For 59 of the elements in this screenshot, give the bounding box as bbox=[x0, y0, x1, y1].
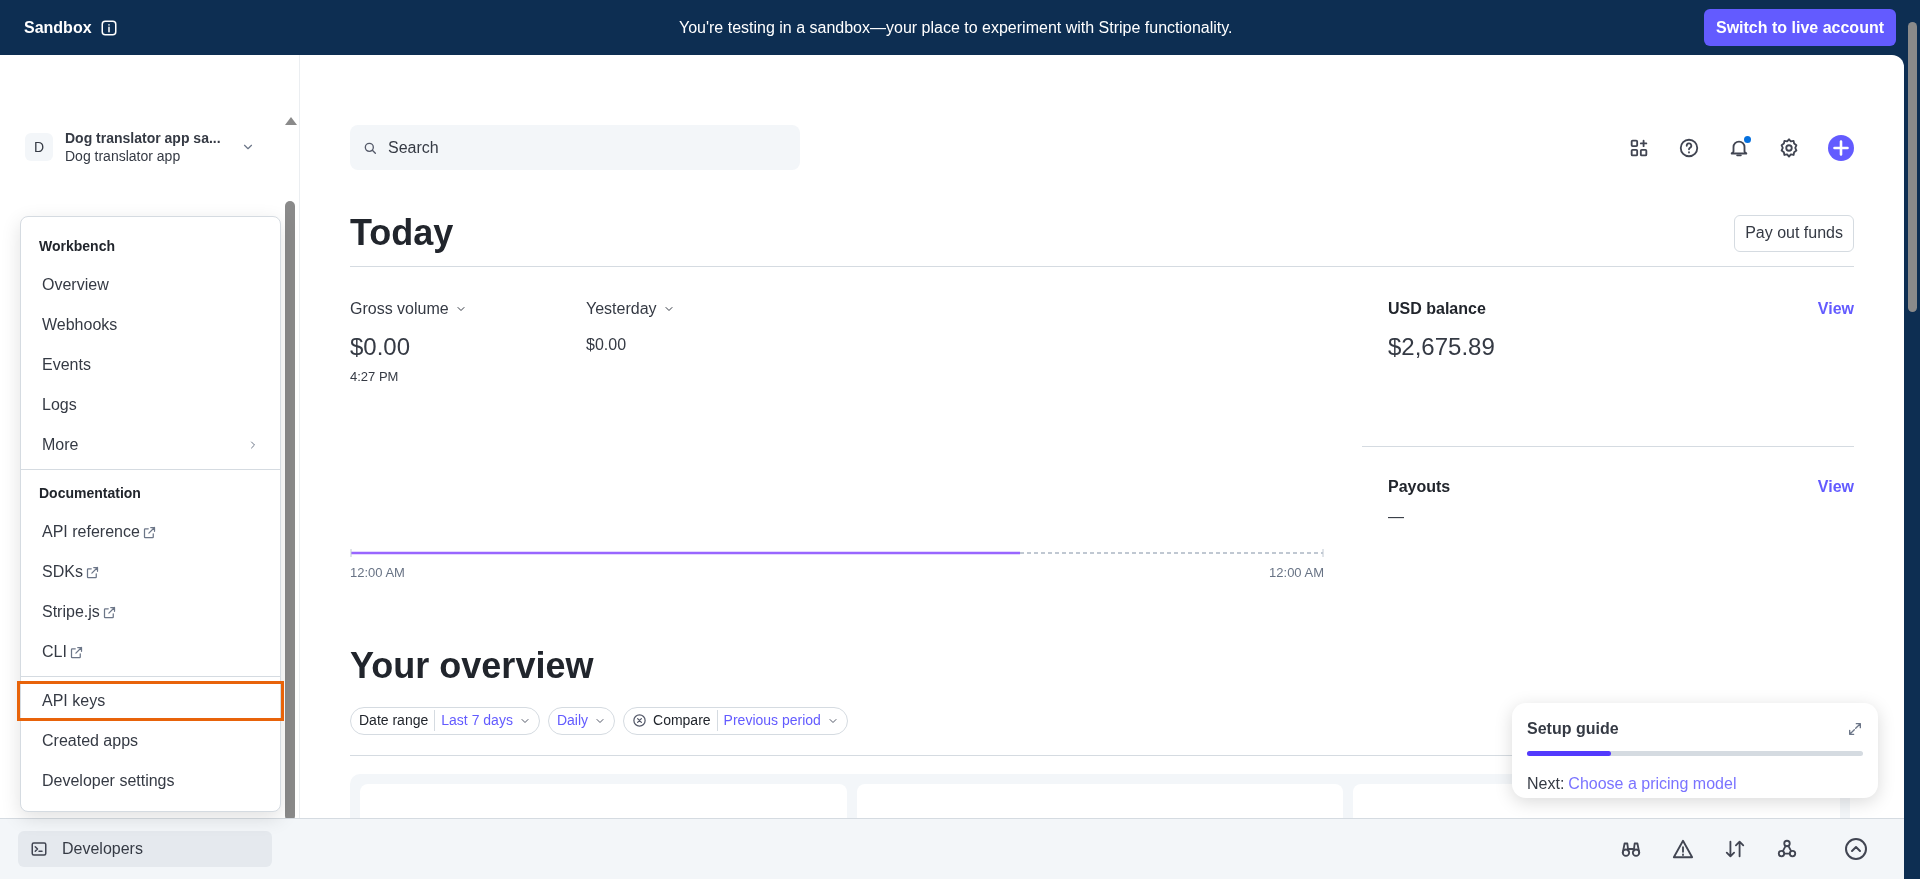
section-title: Payouts bbox=[1388, 477, 1451, 497]
menu-item[interactable]: CLI bbox=[17, 632, 284, 672]
external-link-icon bbox=[101, 604, 117, 620]
menu-item[interactable]: More bbox=[17, 425, 284, 465]
account-name: Dog translator app sa... bbox=[65, 129, 221, 147]
sandbox-label: Sandbox bbox=[24, 17, 92, 38]
search-field[interactable]: Search bbox=[350, 125, 800, 170]
account-subtitle: Dog translator app bbox=[65, 147, 182, 165]
live-account-button[interactable]: Switch to live account bbox=[1703, 9, 1896, 46]
scrollbar[interactable] bbox=[1908, 22, 1917, 312]
terminal-icon bbox=[30, 840, 48, 858]
pay-out-button[interactable]: Pay out funds bbox=[1734, 214, 1854, 252]
menu-item[interactable]: API reference bbox=[17, 512, 284, 552]
menu-item[interactable]: Created apps bbox=[17, 721, 284, 761]
search-icon bbox=[362, 140, 378, 156]
scrollbar[interactable] bbox=[285, 201, 295, 821]
external-link-icon bbox=[141, 524, 157, 540]
metric-time: 4:27 PM bbox=[350, 368, 400, 386]
menu-item[interactable]: Overview bbox=[17, 265, 284, 305]
page-heading: Today bbox=[350, 211, 454, 255]
section-heading: Your overview bbox=[350, 643, 595, 688]
banner-message: You're testing in a sandbox—your place to experiment with Stripe functionality. bbox=[677, 17, 1234, 38]
metric-dropdown[interactable]: Gross volume bbox=[350, 297, 506, 321]
menu-item[interactable]: Logs bbox=[17, 385, 284, 425]
menu-item[interactable]: Events bbox=[17, 345, 284, 385]
metric-value: $0.00 bbox=[350, 332, 412, 362]
collapse-icon bbox=[1844, 837, 1868, 861]
webhook-icon bbox=[1776, 838, 1798, 860]
metric-dropdown[interactable]: Yesterday bbox=[586, 297, 742, 321]
menu-item[interactable]: Stripe.js bbox=[17, 592, 284, 632]
section-value: — bbox=[1388, 507, 1405, 527]
next-label: Next: bbox=[1527, 774, 1565, 794]
developers-button[interactable]: Developers bbox=[18, 831, 272, 867]
menu-heading: Workbench bbox=[38, 236, 116, 256]
help-icon bbox=[1678, 136, 1700, 159]
add-icon[interactable] bbox=[1828, 134, 1854, 161]
menu-item[interactable]: Webhooks bbox=[17, 305, 284, 345]
panel-title: Setup guide bbox=[1527, 719, 1619, 739]
section-value: $2,675.89 bbox=[1388, 332, 1496, 362]
settings-icon bbox=[1778, 136, 1800, 159]
axis-label: 12:00 AM bbox=[350, 564, 405, 582]
menu-heading: Documentation bbox=[38, 483, 142, 503]
view-link[interactable]: View bbox=[1817, 297, 1854, 321]
external-link-icon bbox=[68, 644, 84, 660]
menu-item[interactable]: SDKs bbox=[17, 552, 284, 592]
external-link-icon bbox=[84, 564, 100, 580]
menu-item[interactable]: Developer settings bbox=[17, 761, 284, 801]
next-step-link[interactable]: Choose a pricing model bbox=[1568, 772, 1737, 796]
account-avatar: D bbox=[25, 133, 53, 161]
expand-icon bbox=[1847, 721, 1863, 737]
view-link[interactable]: View bbox=[1817, 475, 1854, 499]
warning-icon bbox=[1672, 838, 1694, 860]
menu-item[interactable]: API keys bbox=[17, 681, 284, 721]
section-title: USD balance bbox=[1388, 299, 1486, 319]
info-icon bbox=[99, 18, 118, 37]
scroll-up-arrow-icon[interactable] bbox=[285, 117, 297, 125]
axis-label: 12:00 AM bbox=[1269, 564, 1324, 582]
metric-value: $0.00 bbox=[586, 335, 628, 355]
sort-arrows-icon bbox=[1724, 838, 1746, 860]
